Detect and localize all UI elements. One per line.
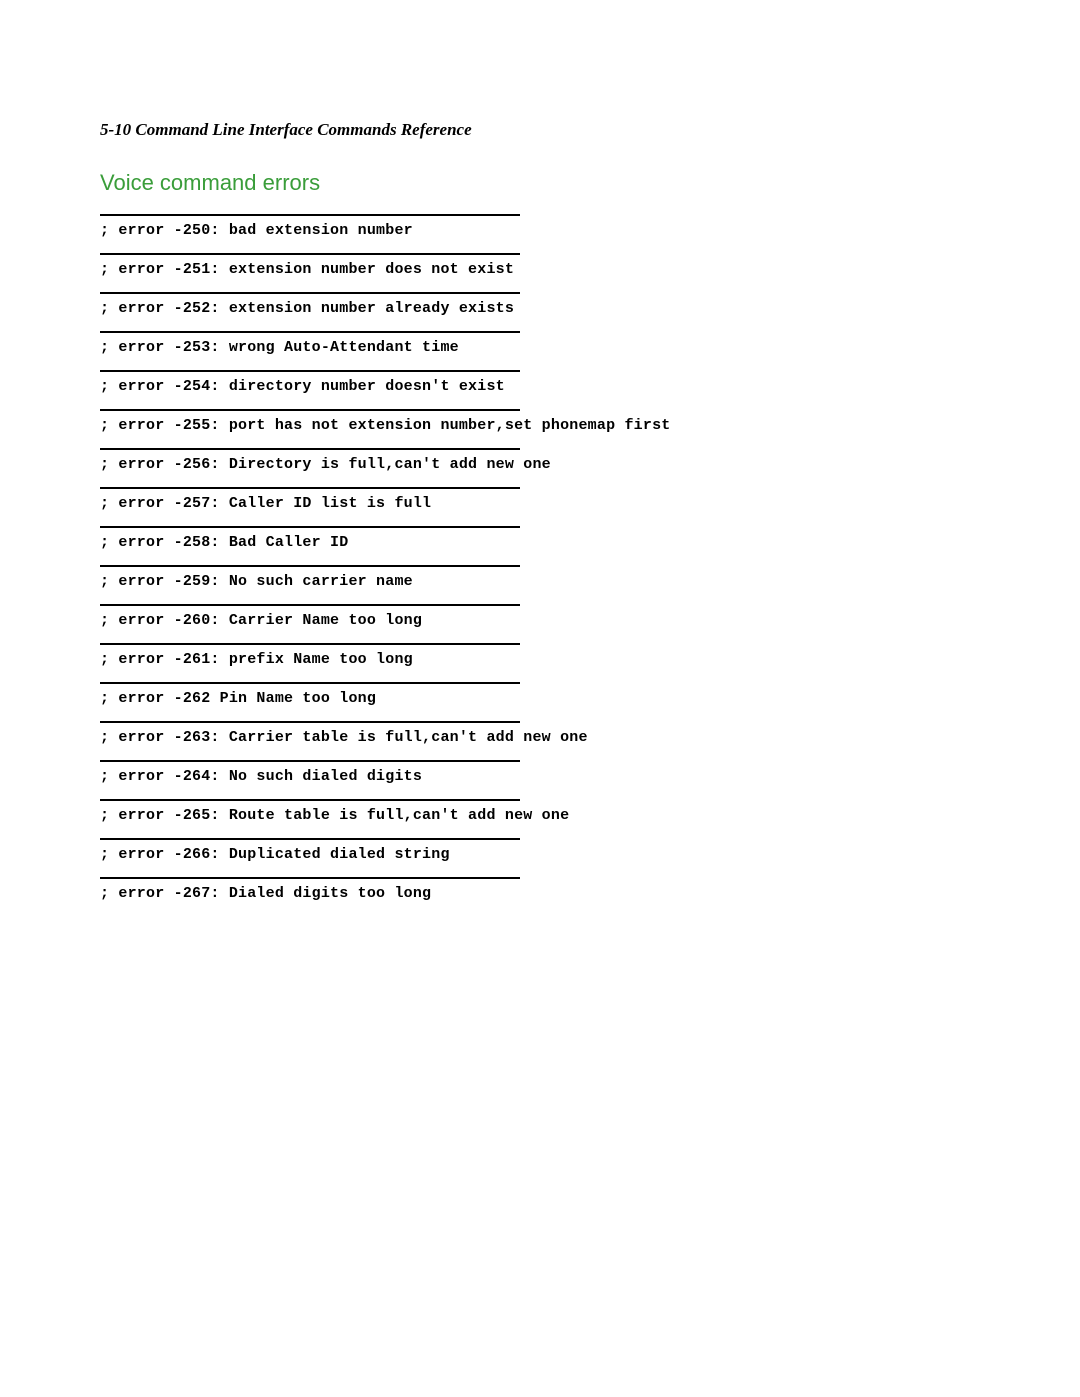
- divider: [100, 565, 520, 567]
- error-text: ; error -252: extension number already e…: [100, 300, 980, 317]
- divider: [100, 682, 520, 684]
- error-text: ; error -253: wrong Auto-Attendant time: [100, 339, 980, 356]
- error-item: ; error -255: port has not extension num…: [100, 409, 980, 434]
- error-item: ; error -250: bad extension number: [100, 214, 980, 239]
- divider: [100, 370, 520, 372]
- error-text: ; error -265: Route table is full,can't …: [100, 807, 980, 824]
- error-item: ; error -262 Pin Name too long: [100, 682, 980, 707]
- error-list: ; error -250: bad extension number ; err…: [100, 214, 980, 902]
- page-header: 5-10 Command Line Interface Commands Ref…: [100, 120, 980, 140]
- divider: [100, 253, 520, 255]
- divider: [100, 409, 520, 411]
- error-item: ; error -254: directory number doesn't e…: [100, 370, 980, 395]
- error-item: ; error -253: wrong Auto-Attendant time: [100, 331, 980, 356]
- divider: [100, 799, 520, 801]
- error-item: ; error -265: Route table is full,can't …: [100, 799, 980, 824]
- error-item: ; error -258: Bad Caller ID: [100, 526, 980, 551]
- error-item: ; error -266: Duplicated dialed string: [100, 838, 980, 863]
- divider: [100, 487, 520, 489]
- error-text: ; error -256: Directory is full,can't ad…: [100, 456, 980, 473]
- divider: [100, 643, 520, 645]
- error-text: ; error -251: extension number does not …: [100, 261, 980, 278]
- divider: [100, 604, 520, 606]
- divider: [100, 448, 520, 450]
- error-item: ; error -260: Carrier Name too long: [100, 604, 980, 629]
- divider: [100, 292, 520, 294]
- error-text: ; error -259: No such carrier name: [100, 573, 980, 590]
- error-item: ; error -256: Directory is full,can't ad…: [100, 448, 980, 473]
- error-text: ; error -261: prefix Name too long: [100, 651, 980, 668]
- error-text: ; error -257: Caller ID list is full: [100, 495, 980, 512]
- error-text: ; error -254: directory number doesn't e…: [100, 378, 980, 395]
- divider: [100, 331, 520, 333]
- divider: [100, 838, 520, 840]
- error-item: ; error -263: Carrier table is full,can'…: [100, 721, 980, 746]
- error-text: ; error -260: Carrier Name too long: [100, 612, 980, 629]
- error-text: ; error -264: No such dialed digits: [100, 768, 980, 785]
- divider: [100, 526, 520, 528]
- divider: [100, 760, 520, 762]
- section-title: Voice command errors: [100, 170, 980, 196]
- error-text: ; error -255: port has not extension num…: [100, 417, 980, 434]
- error-text: ; error -266: Duplicated dialed string: [100, 846, 980, 863]
- divider: [100, 721, 520, 723]
- page-content: 5-10 Command Line Interface Commands Ref…: [0, 0, 1080, 902]
- error-item: ; error -261: prefix Name too long: [100, 643, 980, 668]
- divider: [100, 877, 520, 879]
- error-item: ; error -259: No such carrier name: [100, 565, 980, 590]
- error-item: ; error -264: No such dialed digits: [100, 760, 980, 785]
- error-text: ; error -267: Dialed digits too long: [100, 885, 980, 902]
- error-item: ; error -267: Dialed digits too long: [100, 877, 980, 902]
- divider: [100, 214, 520, 216]
- error-text: ; error -250: bad extension number: [100, 222, 980, 239]
- error-text: ; error -263: Carrier table is full,can'…: [100, 729, 980, 746]
- error-text: ; error -258: Bad Caller ID: [100, 534, 980, 551]
- error-text: ; error -262 Pin Name too long: [100, 690, 980, 707]
- error-item: ; error -257: Caller ID list is full: [100, 487, 980, 512]
- error-item: ; error -251: extension number does not …: [100, 253, 980, 278]
- error-item: ; error -252: extension number already e…: [100, 292, 980, 317]
